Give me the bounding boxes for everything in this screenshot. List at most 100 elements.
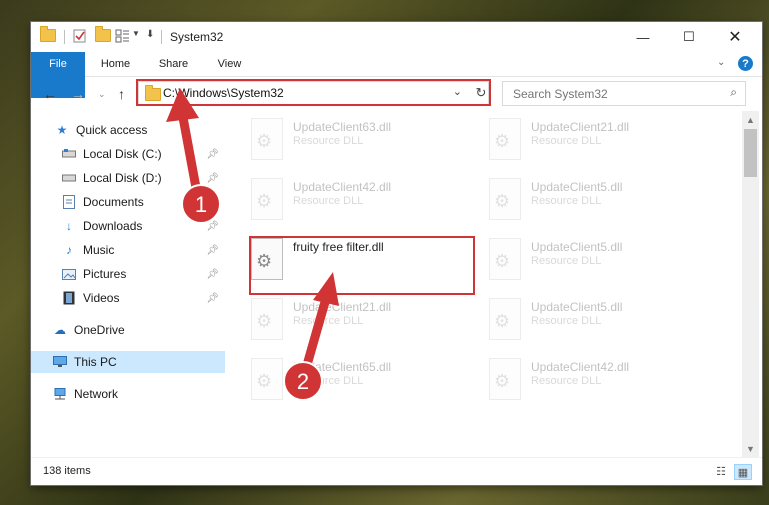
documents-icon (62, 195, 76, 209)
status-bar: 138 items ☷ ▦ (31, 457, 762, 485)
file-item[interactable]: ⚙ UpdateClient42.dll Resource DLL (489, 358, 709, 404)
sidebar-item-downloads[interactable]: ↓ Downloads 📌︎ (62, 215, 225, 237)
dll-file-icon: ⚙ (251, 238, 283, 280)
refresh-button[interactable]: ↻ (471, 81, 491, 104)
star-icon: ★ (56, 123, 68, 137)
sidebar-item-label: This PC (74, 355, 117, 369)
divider (64, 30, 65, 44)
close-button[interactable]: ✕ (712, 22, 758, 52)
file-item[interactable]: ⚙ UpdateClient21.dll Resource DLL (251, 298, 471, 344)
sidebar-item-videos[interactable]: Videos 📌︎ (62, 287, 225, 309)
forward-button[interactable]: → (71, 86, 85, 102)
sidebar-item-onedrive[interactable]: ☁ OneDrive (53, 319, 225, 341)
sidebar-item-label: Pictures (83, 267, 127, 281)
file-name: UpdateClient21.dll (293, 300, 392, 314)
address-bar[interactable]: C:\Windows\System32 ⌄ (138, 81, 489, 106)
vertical-scrollbar[interactable]: ▲ ▼ (742, 111, 759, 457)
pin-icon[interactable]: 📌︎ (206, 149, 219, 160)
sidebar-item-network[interactable]: Network (53, 383, 225, 405)
dll-file-icon: ⚙ (489, 118, 521, 160)
sidebar-item-documents[interactable]: Documents 📌︎ (62, 191, 225, 213)
search-input[interactable] (511, 82, 715, 105)
properties-icon[interactable] (73, 29, 87, 43)
pin-icon[interactable]: 📌︎ (206, 293, 219, 304)
search-icon[interactable]: ⌕ (730, 85, 737, 100)
search-box[interactable]: ⌕ (502, 81, 746, 106)
music-icon: ♪ (66, 243, 72, 257)
address-path[interactable]: C:\Windows\System32 (163, 86, 284, 100)
dll-file-icon: ⚙ (489, 178, 521, 220)
sidebar-item-local-disk-d[interactable]: Local Disk (D:) 📌︎ (62, 167, 225, 189)
pin-icon[interactable]: 📌︎ (206, 173, 219, 184)
up-button[interactable]: ↑ (118, 86, 125, 102)
file-list: ⚙ UpdateClient63.dll Resource DLL ⚙ Upda… (225, 111, 742, 457)
recent-locations-icon[interactable]: ⌄ (98, 89, 106, 100)
minimize-button[interactable]: — (620, 22, 666, 52)
file-type: Resource DLL (293, 195, 364, 207)
file-item-target[interactable]: ⚙ fruity free filter.dll (251, 238, 471, 284)
divider (161, 30, 162, 44)
videos-icon (62, 291, 76, 305)
sidebar-item-quick-access[interactable]: ★ Quick access (55, 119, 225, 141)
sidebar-item-label: OneDrive (74, 323, 125, 337)
new-folder-icon[interactable] (95, 26, 111, 42)
file-item[interactable]: ⚙ UpdateClient5.dll Resource DLL (489, 178, 709, 224)
customize-quick-access-icon[interactable]: ⬇ (146, 29, 154, 40)
file-name: UpdateClient5.dll (531, 240, 623, 254)
pin-icon[interactable]: 📌︎ (206, 197, 219, 208)
gear-icon: ⚙ (494, 131, 511, 151)
file-item[interactable]: ⚙ UpdateClient42.dll Resource DLL (251, 178, 471, 224)
sidebar-item-local-disk-c[interactable]: Local Disk (C:) 📌︎ (62, 143, 225, 165)
file-name: UpdateClient65.dll (293, 360, 392, 374)
file-item[interactable]: ⚙ UpdateClient21.dll Resource DLL (489, 118, 709, 164)
back-button[interactable]: ← (43, 86, 57, 102)
tab-share[interactable]: Share (151, 52, 196, 76)
tab-home[interactable]: Home (93, 52, 138, 76)
gear-icon: ⚙ (256, 311, 273, 331)
help-icon[interactable]: ? (738, 56, 753, 71)
pin-icon[interactable]: 📌︎ (206, 269, 219, 280)
gear-icon: ⚙ (256, 131, 273, 151)
scroll-up-icon[interactable]: ▲ (742, 111, 759, 128)
file-item[interactable]: ⚙ UpdateClient5.dll Resource DLL (489, 238, 709, 284)
sidebar-item-label: Local Disk (C:) (83, 147, 162, 161)
details-view-icon[interactable]: ☷ (713, 464, 729, 478)
file-item[interactable]: ⚙ UpdateClient5.dll Resource DLL (489, 298, 709, 344)
scroll-down-icon[interactable]: ▼ (742, 440, 759, 457)
file-name: UpdateClient5.dll (531, 300, 623, 314)
item-count: 138 items (43, 465, 91, 477)
navigation-pane: ★ Quick access Local Disk (C:) 📌︎ Local … (31, 111, 225, 457)
maximize-button[interactable]: ☐ (666, 22, 712, 52)
pin-icon[interactable]: 📌︎ (206, 245, 219, 256)
window-title: System32 (170, 30, 224, 44)
dll-file-icon: ⚙ (251, 298, 283, 340)
sidebar-item-music[interactable]: ♪ Music 📌︎ (62, 239, 225, 261)
layout-icon[interactable] (115, 29, 131, 43)
file-type: Resource DLL (531, 195, 602, 207)
network-icon (53, 387, 67, 401)
sidebar-item-this-pc[interactable]: This PC (31, 351, 225, 373)
sidebar-item-label: Quick access (76, 123, 148, 137)
tab-view[interactable]: View (207, 52, 252, 76)
sidebar-item-label: Documents (83, 195, 144, 209)
navigation-bar: ← → ⌄ ↑ C:\Windows\System32 ⌄ ↻ ⌕ (31, 77, 762, 111)
customize-dropdown-icon[interactable]: ▼ (132, 29, 140, 38)
file-item[interactable]: ⚙ UpdateClient63.dll Resource DLL (251, 118, 471, 164)
explorer-window: ▼ ⬇ System32 — ☐ ✕ File Home Share View … (31, 22, 762, 485)
large-icons-view-icon[interactable]: ▦ (734, 464, 752, 480)
file-item[interactable]: ⚙ UpdateClient65.dll Resource DLL (251, 358, 471, 404)
dll-file-icon: ⚙ (489, 298, 521, 340)
pictures-icon (62, 267, 76, 281)
gear-icon: ⚙ (256, 371, 273, 391)
file-type: Resource DLL (531, 375, 602, 387)
address-dropdown-icon[interactable]: ⌄ (453, 85, 462, 98)
expand-ribbon-icon[interactable]: ⌄ (717, 57, 725, 68)
file-name: UpdateClient21.dll (531, 120, 630, 134)
file-type: Resource DLL (293, 135, 364, 147)
gear-icon: ⚙ (494, 191, 511, 211)
sidebar-item-pictures[interactable]: Pictures 📌︎ (62, 263, 225, 285)
pin-icon[interactable]: 📌︎ (206, 221, 219, 232)
file-name: UpdateClient5.dll (531, 180, 623, 194)
gear-icon: ⚙ (256, 251, 273, 271)
scroll-thumb[interactable] (744, 129, 757, 177)
